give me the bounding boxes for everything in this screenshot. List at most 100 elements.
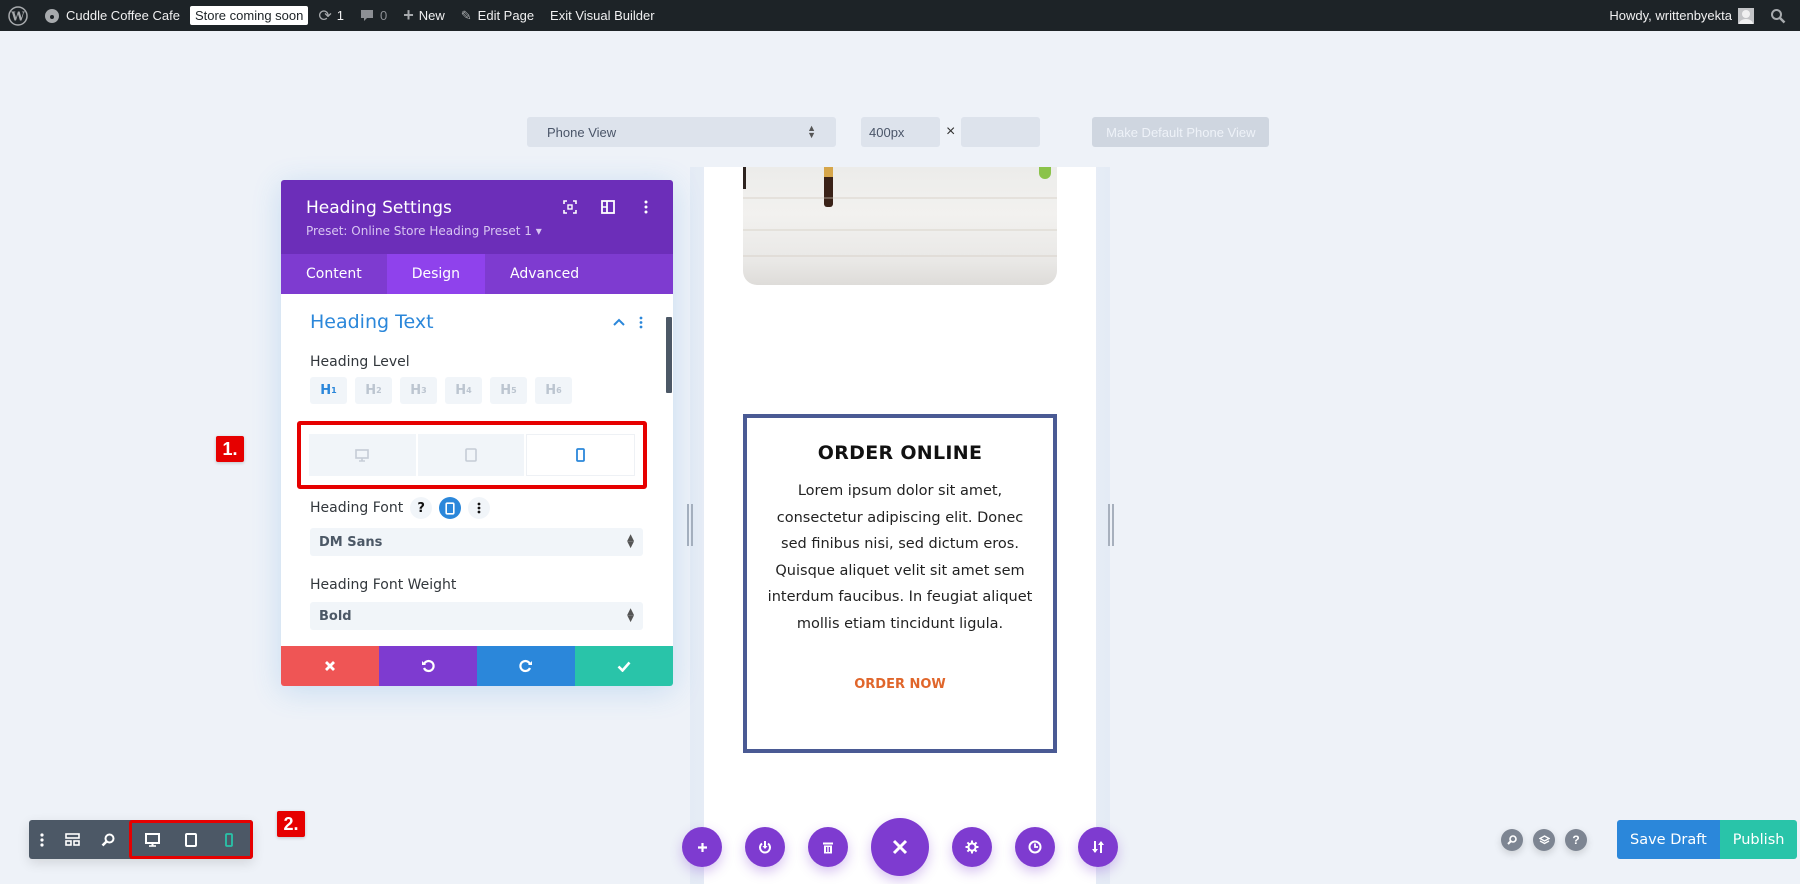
section-more-icon[interactable] (639, 316, 643, 329)
redo-button[interactable] (477, 646, 575, 686)
device-tab-desktop[interactable] (309, 434, 416, 476)
zoom-view-button[interactable] (91, 820, 126, 859)
make-default-phone-view-button[interactable]: Make Default Phone View (1092, 117, 1270, 147)
view-mode-select[interactable]: Phone View ▲ ▼ (527, 117, 836, 147)
canvas-resize-handle-left[interactable] (687, 504, 693, 546)
heading-font-weight-select[interactable]: Bold ▲ ▼ (310, 602, 643, 630)
history-button[interactable] (1015, 827, 1055, 867)
comments-link[interactable]: 0 (352, 0, 395, 31)
phone-responsive-toggle-icon[interactable] (439, 497, 462, 519)
heading-level-options: H1 H2 H3 H4 H5 H6 (310, 377, 643, 404)
undo-button[interactable] (379, 646, 477, 686)
photo-detail (1039, 167, 1051, 179)
view-width-value: 400px (869, 124, 905, 140)
admin-search-button[interactable] (1762, 0, 1800, 31)
new-content-link[interactable]: + New (395, 0, 453, 31)
device-tab-tablet[interactable] (417, 434, 525, 476)
select-arrows-icon: ▲ ▼ (627, 607, 634, 624)
exit-visual-builder-link[interactable]: Exit Visual Builder (542, 0, 663, 31)
device-tab-phone[interactable] (526, 434, 636, 476)
edit-page-link[interactable]: ✎ Edit Page (453, 0, 542, 31)
check-icon (617, 661, 631, 672)
view-height-input[interactable] (961, 117, 1041, 147)
page-settings-bar (682, 818, 1118, 876)
comments-count: 0 (380, 8, 388, 23)
order-now-link[interactable]: ORDER NOW (747, 677, 1053, 692)
wp-admin-bar: W Cuddle Coffee Cafe Store coming soon ⟳… (0, 0, 1800, 31)
heading-level-h3[interactable]: H3 (400, 377, 437, 404)
chevron-up-icon[interactable] (613, 318, 625, 326)
clock-icon (1028, 840, 1042, 854)
order-online-text[interactable]: Lorem ipsum dolor sit amet, consectetur … (765, 478, 1035, 637)
split-view-icon[interactable] (599, 198, 617, 216)
heading-level-h5[interactable]: H5 (490, 377, 527, 404)
layers-icon (1538, 834, 1550, 844)
heading-level-h6[interactable]: H6 (535, 377, 572, 404)
view-width-input[interactable]: 400px (861, 117, 940, 147)
order-online-heading[interactable]: ORDER ONLINE (747, 442, 1053, 464)
portability-button[interactable] (1078, 827, 1118, 867)
canvas-resize-handle-right[interactable] (1108, 504, 1114, 546)
hl-text: H (500, 383, 512, 398)
hl-sub: 4 (466, 386, 472, 395)
tab-content[interactable]: Content (281, 254, 387, 294)
desktop-view-button[interactable] (134, 820, 172, 859)
hl-text: H (545, 383, 557, 398)
phone-icon (225, 832, 233, 847)
tablet-view-button[interactable] (172, 820, 210, 859)
heading-font-select[interactable]: DM Sans ▲ ▼ (310, 528, 643, 556)
clear-layout-button[interactable] (808, 827, 848, 867)
toolbar-menu-button[interactable] (29, 820, 55, 859)
wordpress-logo-button[interactable]: W (0, 0, 36, 31)
expand-fullscreen-icon[interactable] (561, 198, 579, 216)
exit-builder-label: Exit Visual Builder (550, 8, 655, 23)
my-account-link[interactable]: Howdy, writtenbyekta (1601, 0, 1762, 31)
phone-preview-canvas: ORDER ONLINE Lorem ipsum dolor sit amet,… (704, 167, 1096, 884)
updates-count: 1 (336, 8, 344, 23)
tab-advanced[interactable]: Advanced (485, 254, 604, 294)
discard-button[interactable] (281, 646, 379, 686)
add-module-button[interactable] (682, 827, 722, 867)
hl-text: H (320, 383, 332, 398)
help-icon[interactable]: ? (410, 497, 433, 519)
pencil-icon: ✎ (460, 7, 472, 23)
publish-button[interactable]: Publish (1719, 820, 1798, 859)
load-from-library-button[interactable] (745, 827, 785, 867)
coffee-photo[interactable] (743, 167, 1057, 285)
panel-header[interactable]: Heading Settings Preset: Online Store He… (281, 180, 673, 254)
field-more-icon[interactable] (468, 497, 491, 519)
tablet-icon (465, 448, 477, 462)
tab-design[interactable]: Design (386, 254, 486, 294)
store-coming-soon-badge[interactable]: Store coming soon (189, 6, 309, 25)
save-draft-button[interactable]: Save Draft (1617, 820, 1720, 859)
layers-button[interactable] (1533, 828, 1555, 851)
help-button[interactable]: ? (1565, 828, 1587, 851)
heading-level-h1[interactable]: H1 (310, 377, 347, 404)
power-download-icon (759, 841, 771, 854)
photo-detail (743, 255, 1057, 257)
plus-icon: + (403, 5, 414, 25)
close-icon (325, 661, 335, 671)
heading-level-h4[interactable]: H4 (445, 377, 482, 404)
close-icon (892, 839, 908, 855)
preset-selector[interactable]: Preset: Online Store Heading Preset 1 ▾ (306, 224, 648, 238)
panel-scrollbar[interactable] (666, 317, 672, 393)
updates-link[interactable]: ⟳ 1 (310, 0, 352, 31)
close-page-settings-button[interactable] (871, 818, 929, 876)
view-mode-value: Phone View (547, 124, 617, 140)
hl-sub: 2 (376, 386, 382, 395)
page-settings-button[interactable] (952, 827, 992, 867)
site-name-link[interactable]: Cuddle Coffee Cafe (36, 0, 188, 31)
panel-body: Heading Text Heading Level H1 H2 H3 H4 H… (281, 294, 673, 646)
phone-view-button[interactable] (210, 820, 248, 859)
more-options-icon[interactable] (637, 198, 655, 216)
heading-text-section-header[interactable]: Heading Text (310, 311, 643, 333)
save-settings-button[interactable] (575, 646, 673, 686)
order-online-card[interactable]: ORDER ONLINE Lorem ipsum dolor sit amet,… (743, 414, 1057, 753)
wireframe-view-button[interactable] (55, 820, 90, 859)
heading-font-label: Heading Font ? (310, 497, 643, 519)
find-replace-button[interactable] (1501, 828, 1523, 851)
section-title: Heading Text (310, 311, 434, 333)
heading-level-h2[interactable]: H2 (355, 377, 392, 404)
heading-font-weight-label: Heading Font Weight (310, 577, 643, 593)
